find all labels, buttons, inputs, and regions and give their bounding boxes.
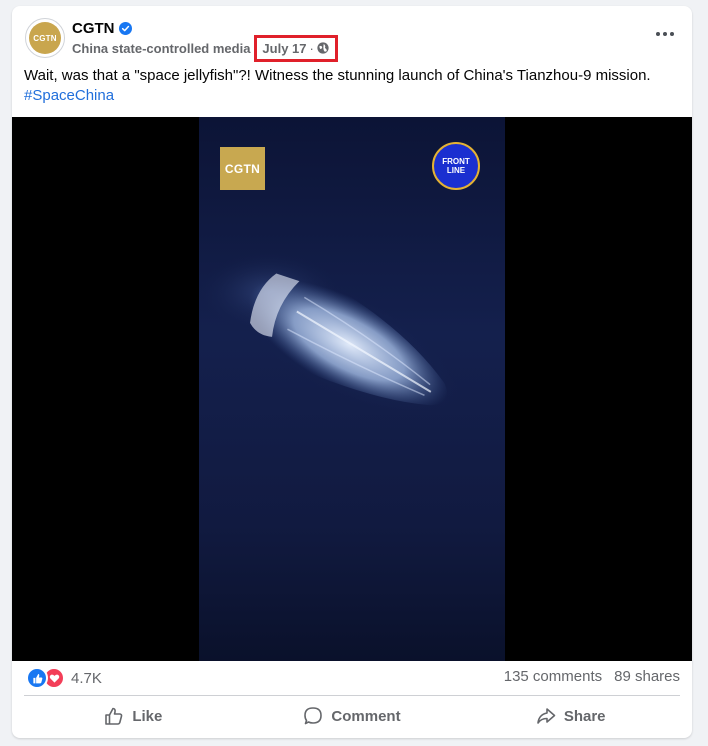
action-bar: Like Comment Share: [24, 698, 680, 734]
post-header: CGTN CGTN China state-controlled media J…: [12, 6, 692, 64]
post-date[interactable]: July 17: [262, 41, 306, 56]
share-label: Share: [563, 707, 606, 725]
video-player[interactable]: CGTN FRONT LINE: [12, 117, 692, 661]
share-icon: [537, 708, 556, 724]
page-name[interactable]: CGTN: [72, 20, 115, 37]
cgtn-watermark-logo: CGTN: [220, 147, 265, 190]
more-dot-icon: [670, 32, 674, 36]
date-separator: ·: [309, 40, 314, 56]
caption-text: Wait, was that a "space jellyfish"?! Wit…: [24, 67, 651, 84]
frontline-logo: FRONT LINE: [432, 142, 480, 190]
meta-row: China state-controlled media July 17 ·: [72, 34, 338, 62]
frontline-line1: FRONT: [442, 157, 470, 166]
thumbs-up-icon: [32, 673, 42, 683]
shares-count[interactable]: 89 shares: [614, 668, 680, 685]
comments-shares: 135 comments 89 shares: [504, 668, 680, 685]
like-reaction-icon: [26, 667, 48, 689]
comment-button[interactable]: Comment: [243, 698, 462, 734]
post-caption: Wait, was that a "space jellyfish"?! Wit…: [24, 66, 680, 106]
reaction-count: 4.7K: [71, 669, 102, 687]
hashtag-link[interactable]: #SpaceChina: [24, 87, 114, 104]
more-options-button[interactable]: [652, 24, 678, 44]
avatar-logo: CGTN: [29, 22, 61, 54]
comment-label: Comment: [331, 707, 401, 725]
globe-icon: [317, 42, 329, 54]
name-row: CGTN: [72, 18, 132, 38]
more-dot-icon: [656, 32, 660, 36]
verified-badge-icon: [118, 21, 132, 35]
rocket-plume-image: [199, 252, 460, 419]
avatar[interactable]: CGTN: [25, 18, 65, 58]
engagement-stats: 4.7K 135 comments 89 shares: [12, 663, 692, 693]
like-button[interactable]: Like: [24, 698, 243, 734]
actions-divider: [24, 695, 680, 696]
more-dot-icon: [663, 32, 667, 36]
like-icon: [105, 707, 123, 725]
comments-count[interactable]: 135 comments: [504, 668, 602, 685]
like-label: Like: [132, 707, 163, 725]
video-frame[interactable]: CGTN FRONT LINE: [199, 117, 505, 661]
post-card: CGTN CGTN China state-controlled media J…: [12, 6, 692, 738]
heart-icon: [49, 674, 59, 683]
comment-icon: [304, 707, 323, 725]
frontline-line2: LINE: [446, 166, 466, 175]
state-media-label[interactable]: China state-controlled media: [72, 41, 250, 56]
reactions-summary[interactable]: 4.7K: [26, 667, 102, 689]
share-button[interactable]: Share: [461, 698, 680, 734]
date-highlight-box: July 17 ·: [254, 34, 338, 62]
